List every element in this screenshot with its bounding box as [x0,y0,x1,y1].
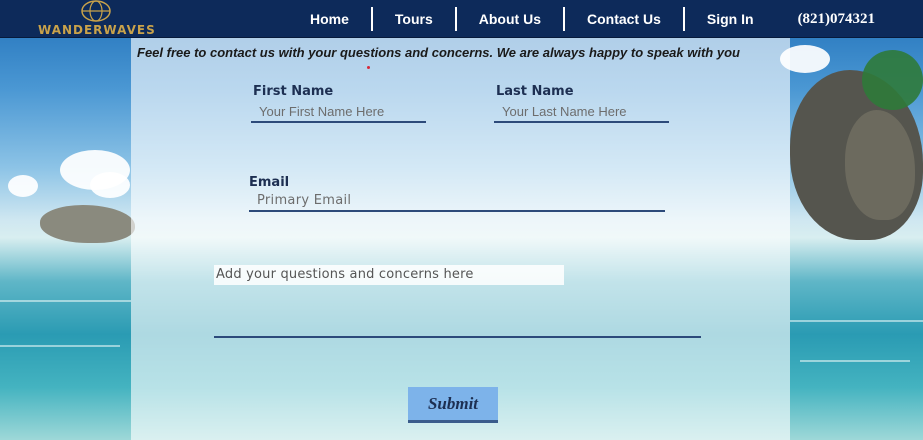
nav-phone-number: (821)074321 [797,10,876,27]
nav-contact-us[interactable]: Contact Us [565,7,685,31]
first-name-label: First Name [253,84,334,99]
decorative-dot [367,66,370,69]
brand-logo[interactable]: WANDERWAVES [18,0,168,38]
submit-button[interactable]: Submit [408,387,498,423]
email-input[interactable] [249,190,665,212]
contact-intro-text: Feel free to contact us with your questi… [137,45,740,60]
top-navbar: WANDERWAVES Home Tours About Us Contact … [0,0,923,38]
nav-about-us[interactable]: About Us [457,7,565,31]
globe-icon [81,0,111,22]
nav-tours[interactable]: Tours [373,7,457,31]
last-name-input[interactable] [494,101,669,123]
nav-links: Home Tours About Us Contact Us Sign In (… [288,0,875,38]
email-label: Email [249,175,290,190]
contact-form-panel [131,38,790,440]
last-name-label: Last Name [496,84,574,99]
brand-name: WANDERWAVES [38,23,156,37]
nav-home[interactable]: Home [288,7,373,31]
first-name-input[interactable] [251,101,426,123]
message-textarea[interactable] [214,265,701,338]
nav-sign-in[interactable]: Sign In [685,7,776,31]
